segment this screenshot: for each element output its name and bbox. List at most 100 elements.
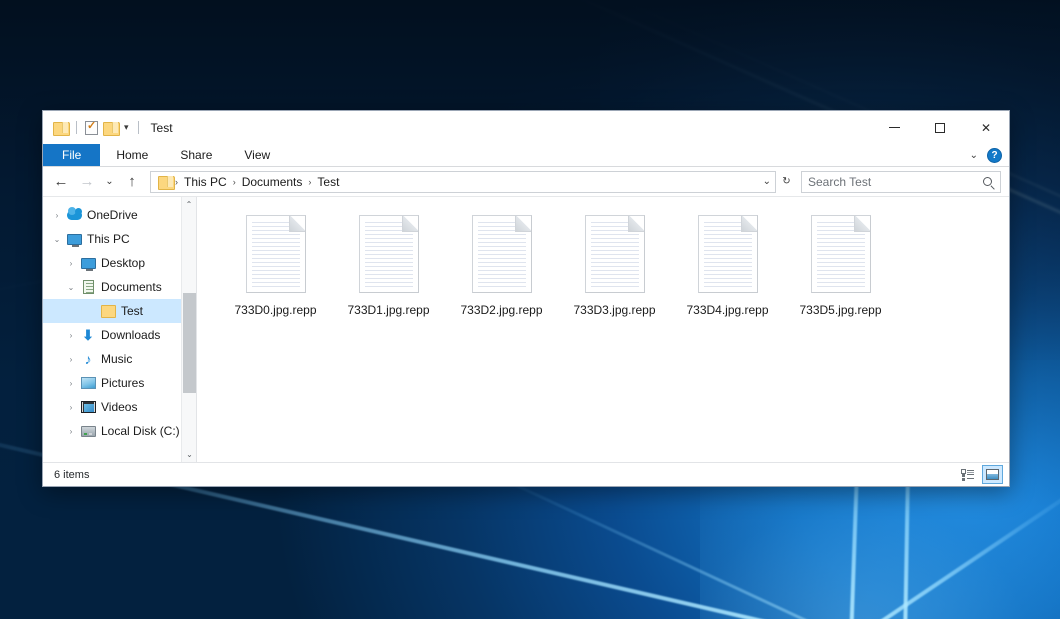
scroll-up-arrow-icon[interactable]: ⌃ <box>182 197 196 212</box>
folder-icon <box>99 305 117 318</box>
sidebar-item-videos[interactable]: › Videos <box>43 395 196 419</box>
generic-file-icon <box>472 215 532 293</box>
list-item[interactable]: 733D5.jpg.repp <box>784 213 897 317</box>
breadcrumb-separator-icon-3[interactable]: › <box>308 177 311 187</box>
tab-share[interactable]: Share <box>164 144 228 166</box>
desktop-background: ▾ Test ✕ File Home Share View ⌄ ? ← → <box>0 0 1060 619</box>
scrollbar-thumb[interactable] <box>183 293 196 393</box>
navigation-tree: › OneDrive ⌄ This PC › Desktop <box>43 197 196 443</box>
list-item[interactable]: 733D2.jpg.repp <box>445 213 558 317</box>
search-icon[interactable] <box>983 177 992 186</box>
expander-chevron-icon[interactable]: ⌄ <box>63 283 79 292</box>
help-icon[interactable]: ? <box>987 148 1002 163</box>
file-icon-fold <box>402 215 419 232</box>
sidebar-item-music[interactable]: › ♪ Music <box>43 347 196 371</box>
breadcrumb-list: › This PC › Documents › Test <box>175 175 763 189</box>
desktop-icon <box>79 258 97 269</box>
file-icon-fold <box>628 215 645 232</box>
expander-chevron-icon[interactable]: › <box>49 211 65 220</box>
sidebar-item-pictures[interactable]: › Pictures <box>43 371 196 395</box>
file-explorer-window: ▾ Test ✕ File Home Share View ⌄ ? ← → <box>42 110 1010 487</box>
search-placeholder: Search Test <box>808 175 983 189</box>
maximize-button[interactable] <box>917 111 963 144</box>
file-name-label: 733D1.jpg.repp <box>347 303 429 317</box>
file-name-label: 733D3.jpg.repp <box>573 303 655 317</box>
expander-chevron-icon[interactable]: › <box>63 331 79 340</box>
generic-file-icon <box>585 215 645 293</box>
forward-button[interactable]: → <box>75 170 99 194</box>
sidebar-item-documents[interactable]: ⌄ Documents <box>43 275 196 299</box>
expander-chevron-icon[interactable]: › <box>63 427 79 436</box>
list-item[interactable]: 733D0.jpg.repp <box>219 213 332 317</box>
tab-home[interactable]: Home <box>100 144 164 166</box>
list-item[interactable]: 733D4.jpg.repp <box>671 213 784 317</box>
pictures-icon <box>79 377 97 389</box>
properties-icon[interactable] <box>85 121 98 135</box>
generic-file-icon <box>359 215 419 293</box>
customize-chevron-icon[interactable]: ▾ <box>123 122 130 133</box>
address-dropdown-chevron-icon[interactable]: ⌄ <box>763 176 771 187</box>
sidebar-item-onedrive[interactable]: › OneDrive <box>43 203 196 227</box>
sidebar-item-desktop[interactable]: › Desktop <box>43 251 196 275</box>
file-icon-fold <box>515 215 532 232</box>
sidebar-item-downloads[interactable]: › ⬇ Downloads <box>43 323 196 347</box>
expander-chevron-icon[interactable]: › <box>63 259 79 268</box>
breadcrumb-item-documents[interactable]: Documents <box>237 175 308 189</box>
new-folder-icon[interactable] <box>103 121 118 134</box>
sidebar-item-label: Pictures <box>101 376 144 390</box>
breadcrumb-separator-icon[interactable]: › <box>175 177 178 187</box>
file-list-view[interactable]: 733D0.jpg.repp 733D1.jpg.repp 733D2.jpg.… <box>197 197 1009 462</box>
scroll-down-arrow-icon[interactable]: ⌄ <box>182 447 197 462</box>
large-icons-view-icon <box>986 469 999 480</box>
breadcrumb[interactable]: › This PC › Documents › Test ⌄ <box>150 171 776 193</box>
address-bar-actions: ↻ Search Test <box>778 170 1001 194</box>
generic-file-icon <box>698 215 758 293</box>
disk-icon <box>79 426 97 437</box>
close-icon: ✕ <box>981 121 991 135</box>
up-button[interactable]: ↑ <box>120 170 144 194</box>
item-count-label: 6 items <box>54 469 89 481</box>
sidebar-item-label: Videos <box>101 400 137 414</box>
expander-chevron-icon[interactable]: › <box>63 403 79 412</box>
sidebar-item-label: This PC <box>87 232 130 246</box>
folder-icon[interactable] <box>53 121 68 134</box>
generic-file-icon <box>811 215 871 293</box>
expander-chevron-icon[interactable]: › <box>63 355 79 364</box>
generic-file-icon <box>246 215 306 293</box>
window-title: Test <box>151 121 173 135</box>
close-button[interactable]: ✕ <box>963 111 1009 144</box>
breadcrumb-separator-icon-2[interactable]: › <box>233 177 236 187</box>
back-button[interactable]: ← <box>49 170 73 194</box>
window-body: › OneDrive ⌄ This PC › Desktop <box>43 197 1009 462</box>
list-item[interactable]: 733D3.jpg.repp <box>558 213 671 317</box>
documents-icon <box>79 280 97 294</box>
breadcrumb-item-this-pc[interactable]: This PC <box>179 175 232 189</box>
expand-ribbon-chevron-icon[interactable]: ⌄ <box>970 150 978 161</box>
maximize-icon <box>935 123 945 133</box>
refresh-icon[interactable]: ↻ <box>778 170 795 194</box>
breadcrumb-item-test[interactable]: Test <box>312 175 344 189</box>
expander-chevron-icon[interactable]: › <box>63 379 79 388</box>
toolbar-divider <box>76 121 77 134</box>
sidebar-item-test[interactable]: Test <box>43 299 196 323</box>
navigation-scrollbar[interactable]: ⌃ ⌄ <box>181 197 196 462</box>
minimize-button[interactable] <box>871 111 917 144</box>
expander-chevron-icon[interactable]: ⌄ <box>49 235 65 244</box>
file-name-label: 733D2.jpg.repp <box>460 303 542 317</box>
sidebar-item-label: Desktop <box>101 256 145 270</box>
search-input[interactable]: Search Test <box>801 171 1001 193</box>
minimize-icon <box>889 127 900 128</box>
list-item[interactable]: 733D1.jpg.repp <box>332 213 445 317</box>
sidebar-item-label: Music <box>101 352 132 366</box>
details-view-button[interactable] <box>957 465 978 484</box>
tab-view[interactable]: View <box>228 144 286 166</box>
window-controls: ✕ <box>871 111 1009 144</box>
recent-locations-button[interactable]: ⌄ <box>101 170 118 194</box>
videos-icon <box>79 401 97 413</box>
sidebar-item-label: Test <box>121 304 143 318</box>
ribbon-tab-bar: File Home Share View ⌄ ? <box>43 144 1009 167</box>
sidebar-item-this-pc[interactable]: ⌄ This PC <box>43 227 196 251</box>
large-icons-view-button[interactable] <box>982 465 1003 484</box>
tab-file[interactable]: File <box>43 144 100 166</box>
sidebar-item-local-disk[interactable]: › Local Disk (C:) <box>43 419 196 443</box>
